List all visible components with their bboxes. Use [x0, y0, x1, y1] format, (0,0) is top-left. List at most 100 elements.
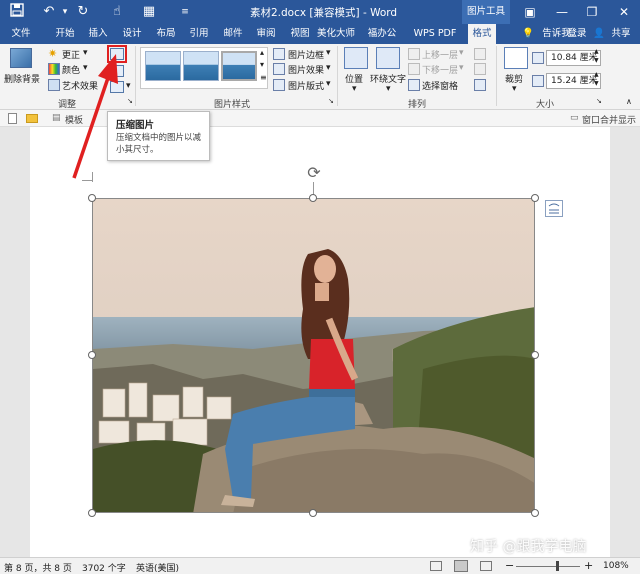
tab-insert[interactable]: 插入 — [86, 24, 110, 44]
zoom-slider-track[interactable] — [516, 566, 580, 567]
undo-dropdown-icon[interactable]: ▾ — [56, 3, 74, 21]
resize-handle-top[interactable] — [309, 194, 317, 202]
tab-view[interactable]: 视图 — [288, 24, 312, 44]
picture-border-dropdown-icon[interactable]: ▾ — [326, 48, 331, 58]
login-button[interactable]: 登录 — [562, 24, 592, 44]
web-layout-icon[interactable] — [480, 561, 492, 571]
styles-launcher-icon[interactable]: ↘ — [328, 97, 334, 105]
open-folder-icon[interactable] — [26, 114, 38, 123]
wrap-text-dropdown-icon[interactable]: ▾ — [386, 84, 391, 94]
picture-effects-icon — [273, 63, 285, 75]
tab-format[interactable]: 格式 — [468, 24, 496, 44]
picture-effects-dropdown-icon[interactable]: ▾ — [326, 63, 331, 73]
title-bar: ↶ ▾ ↻ ☝ ▦ ≡ 素材2.docx [兼容模式] - Word 图片工具 … — [0, 0, 640, 24]
crop-dropdown-icon[interactable]: ▾ — [512, 84, 517, 94]
tab-file[interactable]: 文件 — [10, 24, 32, 44]
restore-icon[interactable]: ❐ — [578, 0, 606, 24]
layout-options-icon[interactable] — [545, 200, 563, 217]
width-spin-down-icon[interactable]: ▼ — [594, 80, 599, 87]
tab-office[interactable]: 福办公 — [363, 24, 401, 44]
tab-layout[interactable]: 布局 — [154, 24, 178, 44]
width-spin-up-icon[interactable]: ▲ — [594, 71, 599, 78]
picture-layout-icon — [273, 79, 285, 91]
style-thumbnail-2[interactable] — [183, 51, 219, 81]
height-spin-down-icon[interactable]: ▼ — [594, 57, 599, 64]
resize-handle-bottom[interactable] — [309, 509, 317, 517]
color-icon — [48, 63, 60, 75]
group-divider — [496, 46, 497, 106]
page-count[interactable]: 第 8 页，共 8 页 — [4, 561, 72, 574]
lightbulb-icon[interactable]: 💡 — [521, 24, 535, 44]
style-thumbnail-1[interactable] — [145, 51, 181, 81]
bring-forward-dropdown-icon: ▾ — [459, 48, 464, 58]
share-button[interactable]: 共享 — [606, 24, 636, 44]
resize-handle-bottom-left[interactable] — [88, 509, 96, 517]
position-dropdown-icon[interactable]: ▾ — [352, 84, 357, 94]
group-objects-icon — [474, 63, 486, 75]
tab-references[interactable]: 引用 — [187, 24, 211, 44]
touch-mode-icon[interactable]: ☝ — [108, 3, 126, 21]
picture-content — [93, 199, 534, 512]
collapse-ribbon-icon[interactable]: ∧ — [626, 97, 632, 106]
align-icon — [474, 48, 486, 60]
bring-forward-button: 上移一层 — [422, 51, 459, 61]
width-input[interactable]: 15.24 厘米 — [546, 73, 601, 89]
minimize-icon[interactable]: — — [548, 0, 576, 24]
quick-print-icon[interactable]: ▦ — [140, 3, 158, 21]
zoom-slider-thumb[interactable] — [555, 561, 559, 571]
redo-icon[interactable]: ↻ — [74, 3, 92, 21]
tab-wps-pdf[interactable]: WPS PDF — [413, 24, 457, 44]
print-layout-icon[interactable] — [454, 560, 468, 572]
picture-border-button[interactable]: 图片边框 — [288, 48, 324, 61]
ribbon-tabs: 文件 开始 插入 设计 布局 引用 邮件 审阅 视图 美化大师 福办公 WPS PDF 格式 💡 告诉我..… — [0, 24, 640, 44]
close-icon[interactable]: ✕ — [610, 0, 638, 24]
gallery-scroll-up-icon[interactable]: ▴ — [260, 48, 264, 57]
rotate-handle-icon[interactable]: ⟳ — [305, 164, 323, 182]
resize-handle-left[interactable] — [88, 351, 96, 359]
document-title: 素材2.docx [兼容模式] - Word — [250, 7, 398, 19]
resize-handle-bottom-right[interactable] — [531, 509, 539, 517]
picture-layout-button[interactable]: 图片版式 — [288, 79, 324, 92]
size-launcher-icon[interactable]: ↘ — [596, 97, 602, 105]
picture-effects-button[interactable]: 图片效果 — [288, 63, 324, 76]
tooltip: 压缩图片 压缩文档中的图片以减小其尺寸。 — [107, 111, 210, 161]
group-divider — [135, 46, 136, 106]
zoom-in-icon[interactable]: + — [584, 559, 593, 572]
height-spin-up-icon[interactable]: ▲ — [594, 48, 599, 55]
word-count[interactable]: 3702 个字 — [82, 561, 126, 574]
resize-handle-top-left[interactable] — [88, 194, 96, 202]
selected-picture[interactable] — [92, 198, 535, 513]
picture-layout-dropdown-icon[interactable]: ▾ — [326, 79, 331, 89]
status-bar: 第 8 页，共 8 页 3702 个字 英语(美国) − + 108% — [0, 557, 640, 574]
window-merge-icon: ▭ — [570, 113, 579, 123]
save-icon[interactable] — [8, 3, 26, 21]
height-input[interactable]: 10.84 厘米 — [546, 50, 601, 66]
selection-pane-button[interactable]: 选择窗格 — [422, 79, 458, 92]
artistic-effects-icon — [48, 79, 60, 91]
read-mode-icon[interactable] — [430, 561, 442, 571]
tab-home[interactable]: 开始 — [52, 24, 78, 44]
gallery-scroll-down-icon[interactable]: ▾ — [260, 60, 264, 69]
send-backward-dropdown-icon: ▾ — [459, 63, 464, 73]
customize-toolbar-icon[interactable]: ≡ — [176, 3, 194, 21]
gallery-more-icon[interactable]: ≡ — [260, 73, 267, 82]
zoom-level[interactable]: 108% — [603, 561, 629, 571]
tab-design[interactable]: 设计 — [120, 24, 144, 44]
resize-handle-right[interactable] — [531, 351, 539, 359]
position-icon — [344, 47, 368, 69]
language[interactable]: 英语(美国) — [136, 561, 179, 574]
zoom-out-icon[interactable]: − — [505, 559, 514, 572]
new-document-icon[interactable] — [8, 113, 17, 124]
share-icon[interactable]: 👤 — [593, 24, 605, 44]
width-icon — [532, 75, 544, 87]
remove-background-button[interactable]: 删除背景 — [4, 72, 40, 85]
style-thumbnail-3[interactable] — [221, 51, 257, 81]
ribbon-display-icon[interactable]: ▣ — [516, 0, 544, 24]
remove-background-icon[interactable] — [10, 48, 32, 68]
tab-beautify[interactable]: 美化大师 — [316, 24, 356, 44]
rotate-icon[interactable] — [474, 79, 486, 91]
resize-handle-top-right[interactable] — [531, 194, 539, 202]
window-merge-button[interactable]: 窗口合并显示 — [582, 113, 636, 126]
tab-mailings[interactable]: 邮件 — [221, 24, 245, 44]
tab-review[interactable]: 审阅 — [254, 24, 278, 44]
